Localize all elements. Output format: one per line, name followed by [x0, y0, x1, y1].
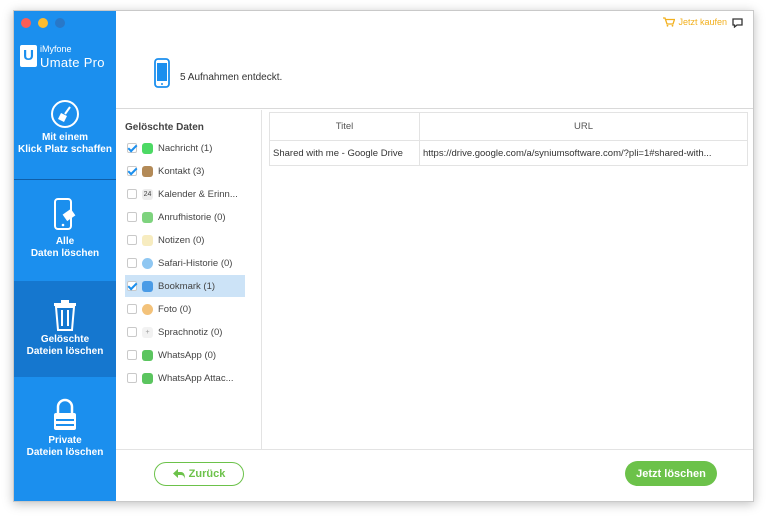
category-panel-title: Gelöschte Daten [125, 122, 204, 133]
category-item-message[interactable]: Nachricht (1) [125, 137, 245, 159]
sidebar-item-private-files[interactable]: Private Dateien löschen [14, 383, 116, 475]
category-label: Foto (0) [158, 303, 192, 315]
category-item-whatsapp-attachment[interactable]: WhatsApp Attac... [125, 367, 245, 389]
checkbox[interactable] [127, 350, 137, 360]
bookmark-icon [142, 280, 153, 292]
category-label: Nachricht (1) [158, 142, 213, 154]
category-item-contacts[interactable]: Kontakt (3) [125, 160, 245, 182]
sidebar-item-label: Private Dateien löschen [26, 435, 104, 458]
buy-now-label: Jetzt kaufen [678, 17, 727, 27]
checkbox[interactable] [127, 143, 137, 153]
checkbox[interactable] [127, 373, 137, 383]
table-header-row: Titel URL [269, 112, 748, 141]
minimize-window-button[interactable] [38, 18, 48, 28]
delete-now-button[interactable]: Jetzt löschen [625, 461, 717, 486]
category-item-photos[interactable]: Foto (0) [125, 298, 245, 320]
broom-icon [51, 100, 79, 128]
header: Jetzt kaufen 5 Aufnahmen entdeckt. [116, 11, 753, 109]
category-label: Anrufhistorie (0) [158, 211, 226, 223]
voice-memo-icon: + [142, 326, 153, 338]
back-button[interactable]: Zurück [154, 462, 244, 486]
lock-icon [54, 398, 76, 430]
category-label: Sprachnotiz (0) [158, 326, 223, 338]
category-label: WhatsApp Attac... [158, 372, 234, 384]
cell-url: https://drive.google.com/a/syniumsoftwar… [419, 140, 748, 166]
device-phone-icon [154, 58, 170, 88]
safari-icon [142, 257, 153, 269]
brand-name: Umate Pro [40, 55, 105, 70]
column-header-url[interactable]: URL [419, 112, 748, 141]
table-row[interactable]: Shared with me - Google Drive https://dr… [269, 140, 748, 166]
brand-small: iMyfone [40, 44, 72, 54]
sidebar-item-label: Alle Daten löschen [30, 236, 100, 259]
category-item-calendar[interactable]: 24 Kalender & Erinn... [125, 183, 245, 205]
contacts-icon [142, 165, 153, 177]
category-label: Kalender & Erinn... [158, 188, 238, 200]
window-controls [21, 18, 65, 28]
buy-now-link[interactable]: Jetzt kaufen [663, 17, 727, 27]
app-window: U iMyfone Umate Pro Mit einem Klick Plat… [13, 10, 754, 502]
category-label: Notizen (0) [158, 234, 205, 246]
checkbox[interactable] [127, 281, 137, 291]
divider [14, 179, 116, 180]
whatsapp-icon [142, 349, 153, 361]
checkbox[interactable] [127, 235, 137, 245]
close-window-button[interactable] [21, 18, 31, 28]
calendar-icon: 24 [142, 188, 153, 200]
checkbox[interactable] [127, 166, 137, 176]
category-item-safari-history[interactable]: Safari-Historie (0) [125, 252, 245, 274]
column-header-title[interactable]: Titel [269, 112, 420, 141]
trash-icon [54, 300, 76, 331]
category-label: WhatsApp (0) [158, 349, 217, 361]
phone-eraser-icon [54, 198, 76, 230]
category-item-notes[interactable]: Notizen (0) [125, 229, 245, 251]
back-arrow-icon [172, 469, 185, 479]
sidebar-item-erase-all[interactable]: Alle Daten löschen [14, 183, 116, 275]
scan-status-text: 5 Aufnahmen entdeckt. [180, 72, 283, 83]
results-table-area: Titel URL Shared with me - Google Drive … [269, 112, 748, 166]
checkbox[interactable] [127, 304, 137, 314]
sidebar-item-label: Gelöschte Dateien löschen [26, 334, 104, 357]
footer: Zurück Jetzt löschen [116, 449, 753, 501]
results-table: Titel URL Shared with me - Google Drive … [269, 112, 748, 166]
sidebar-item-quick-clean[interactable]: Mit einem Klick Platz schaffen [14, 83, 116, 175]
category-label: Safari-Historie (0) [158, 257, 233, 269]
sidebar: U iMyfone Umate Pro Mit einem Klick Plat… [14, 11, 116, 501]
whatsapp-attachment-icon [142, 372, 153, 384]
checkbox[interactable] [127, 327, 137, 337]
photos-icon [142, 303, 153, 315]
cell-title: Shared with me - Google Drive [269, 140, 420, 166]
checkbox[interactable] [127, 212, 137, 222]
delete-now-label: Jetzt löschen [636, 467, 706, 480]
category-item-voice-memo[interactable]: + Sprachnotiz (0) [125, 321, 245, 343]
category-panel: Gelöschte Daten Nachricht (1) Kontakt (3… [116, 110, 262, 449]
app-logo: U iMyfone Umate Pro [20, 43, 116, 75]
zoom-window-button[interactable] [55, 18, 65, 28]
logo-mark: U [20, 45, 37, 67]
cart-icon [663, 17, 676, 27]
message-icon [142, 142, 153, 154]
notes-icon [142, 234, 153, 246]
phone-call-icon [142, 211, 153, 223]
feedback-icon[interactable] [732, 18, 743, 28]
checkbox[interactable] [127, 258, 137, 268]
checkbox[interactable] [127, 189, 137, 199]
category-item-bookmark[interactable]: Bookmark (1) [125, 275, 245, 297]
sidebar-item-deleted-files[interactable]: Gelöschte Dateien löschen [14, 281, 116, 377]
category-item-call-history[interactable]: Anrufhistorie (0) [125, 206, 245, 228]
sidebar-item-label: Mit einem Klick Platz schaffen [18, 132, 112, 155]
category-label: Kontakt (3) [158, 165, 205, 177]
back-button-label: Zurück [188, 468, 226, 480]
category-label: Bookmark (1) [158, 280, 216, 292]
category-item-whatsapp[interactable]: WhatsApp (0) [125, 344, 245, 366]
